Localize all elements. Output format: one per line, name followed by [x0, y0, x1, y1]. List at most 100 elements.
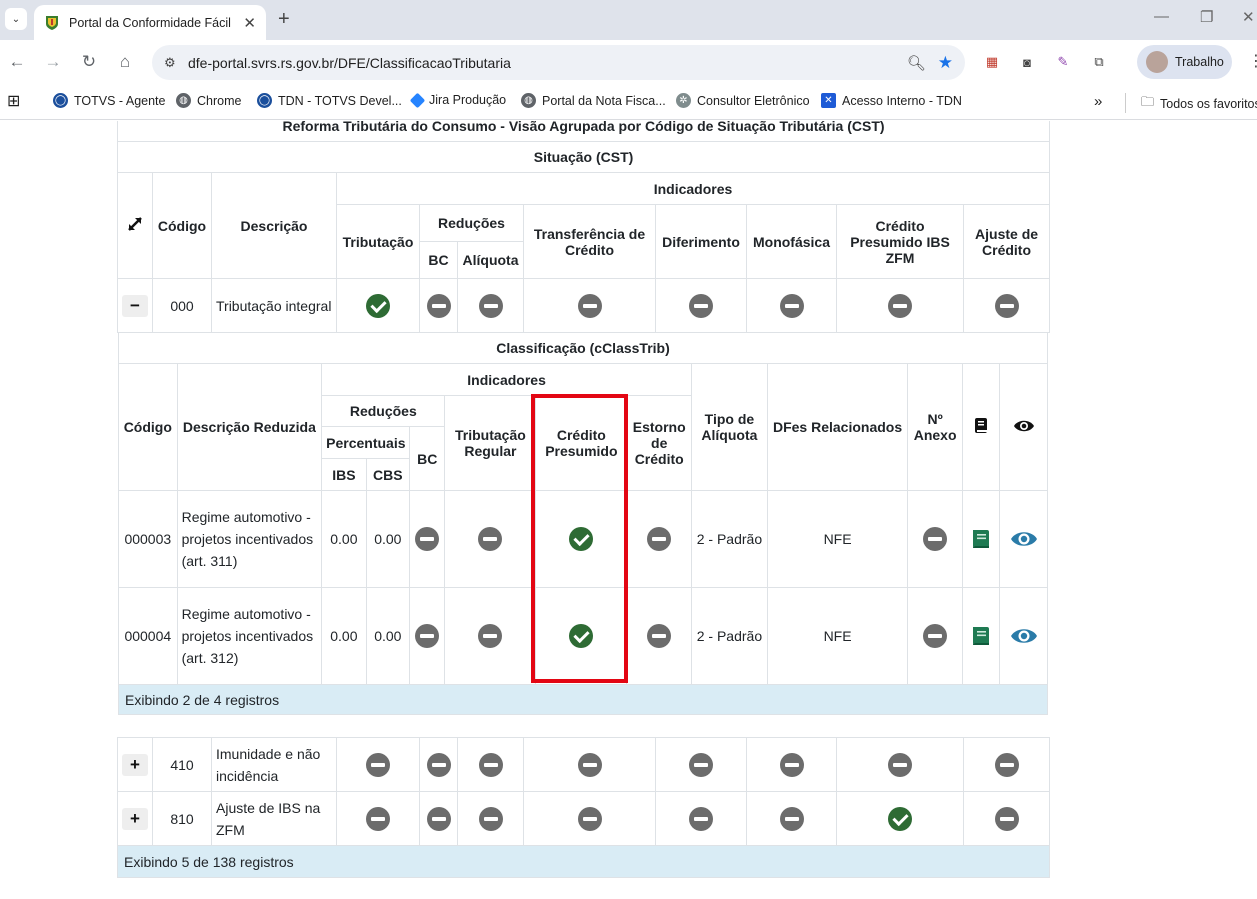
bookmark-totvs-agente[interactable]: ◯ TOTVS - Agente [53, 93, 165, 108]
totvs-icon: ◯ [257, 93, 272, 108]
bookmark-jira[interactable]: Jira Produção [409, 92, 506, 108]
minus-icon [478, 806, 503, 831]
back-icon[interactable]: ← [7, 52, 27, 72]
bookmark-tdn[interactable]: ◯ TDN - TOTVS Devel... [257, 93, 402, 108]
expand-all-button[interactable] [117, 172, 153, 279]
expand-button[interactable]: + [122, 753, 148, 776]
close-window-icon[interactable]: ✕ [1242, 8, 1255, 26]
col-tipo-aliquota: Tipo de Alíquota [691, 363, 768, 491]
col-percentuais: Percentuais [321, 426, 411, 459]
site-info-icon[interactable]: ⚙ [164, 55, 180, 71]
table-row: + 810 Ajuste de IBS na ZFM [117, 791, 1050, 846]
url-text[interactable]: dfe-portal.svrs.rs.gov.br/DFE/Classifica… [188, 55, 907, 71]
minus-icon [923, 624, 948, 648]
minus-icon [426, 806, 451, 831]
reload-icon[interactable]: ↻ [79, 52, 99, 72]
section-title-classificacao: Classificação (cClassTrib) [118, 332, 1048, 364]
classification-code: 000004 [118, 587, 178, 685]
collapse-button[interactable]: − [122, 294, 148, 317]
site-favicon-icon [44, 15, 60, 31]
extension-feather-icon[interactable]: ✎ [1055, 54, 1071, 70]
minus-icon [994, 752, 1019, 777]
bookmark-portal-nota[interactable]: ◍ Portal da Nota Fisca... [521, 93, 666, 108]
eye-icon [1010, 532, 1037, 546]
col-tributacao: Tributação [336, 204, 420, 279]
expand-button-cell[interactable]: + [117, 737, 153, 792]
extension-clipboard-icon[interactable]: ◙ [1019, 54, 1035, 70]
col-reducoes: Reduções [321, 395, 446, 427]
legislation-link[interactable] [961, 587, 1001, 685]
separator [1125, 93, 1126, 113]
page-content: Reforma Tributária do Consumo - Visão Ag… [0, 121, 1257, 899]
browser-menu-icon[interactable]: ⋮ [1248, 51, 1257, 71]
view-details-button[interactable] [999, 587, 1048, 685]
tab-strip: ⌄ Portal da Conformidade Fácil ✕ + — ❐ ✕ [0, 0, 1257, 40]
cst-table-continued: + 410 Imunidade e não incidência + 810 A… [117, 737, 1050, 878]
forward-icon[interactable]: → [43, 52, 63, 72]
table-caption: Reforma Tributária do Consumo - Visão Ag… [116, 121, 1051, 142]
ibs-value: 0.00 [321, 587, 367, 685]
apps-grid-icon[interactable]: ⊞ [7, 91, 20, 111]
extension-calendar-icon[interactable]: ▦ [984, 54, 1000, 70]
totvs-icon: ◯ [53, 93, 68, 108]
home-icon[interactable]: ⌂ [115, 52, 135, 72]
profile-button[interactable]: Trabalho [1137, 45, 1232, 79]
table-row: 000004 Regime automotivo - projetos ince… [118, 587, 1048, 685]
extensions-puzzle-icon[interactable]: ⧉ [1091, 54, 1107, 70]
bookmark-consultor[interactable]: ✲ Consultor Eletrônico [676, 93, 810, 108]
table-row: 000003 Regime automotivo - projetos ince… [118, 490, 1048, 588]
browser-toolbar: ← → ↻ ⌂ ⚙ dfe-portal.svrs.rs.gov.br/DFE/… [0, 40, 1257, 86]
classification-description: Regime automotivo - projetos incentivado… [176, 587, 323, 685]
more-bookmarks-icon[interactable]: » [1094, 93, 1102, 110]
active-tab[interactable]: Portal da Conformidade Fácil ✕ [34, 5, 266, 40]
restore-icon[interactable]: ❐ [1200, 8, 1213, 26]
tipo-aliquota: 2 - Padrão [691, 490, 768, 588]
table-row: − 000 Tributação integral [117, 278, 1051, 333]
bookmark-acesso-tdn[interactable]: ✕ Acesso Interno - TDN [821, 93, 962, 108]
minus-icon [577, 752, 602, 777]
minus-icon [689, 806, 713, 831]
zoom-icon[interactable]: 🔍︎ [907, 54, 926, 72]
new-tab-icon[interactable]: + [278, 8, 290, 30]
avatar [1146, 51, 1168, 73]
col-indicadores: Indicadores [335, 172, 1051, 205]
minus-icon [478, 293, 503, 318]
minus-icon [923, 527, 948, 551]
collapse-button-cell[interactable]: − [117, 278, 153, 333]
expand-button[interactable]: + [122, 807, 148, 830]
classification-table: Classificação (cClassTrib) Código Descri… [118, 332, 1048, 715]
legislation-link[interactable] [961, 490, 1001, 588]
globe-icon: ◍ [521, 93, 536, 108]
all-bookmarks-folder[interactable]: 🗀 Todos os favoritos [1141, 93, 1257, 115]
expand-button-cell[interactable]: + [117, 791, 153, 846]
view-details-button[interactable] [999, 490, 1048, 588]
col-credito-presumido: Crédito Presumido [535, 395, 628, 491]
bookmarks-bar: ⊞ ◯ TOTVS - Agente ◍ Chrome ◯ TDN - TOTVS D… [0, 86, 1257, 120]
bookmark-star-icon[interactable]: ★ [938, 53, 953, 73]
minus-icon [426, 293, 451, 318]
cbs-value: 0.00 [365, 587, 411, 685]
eye-icon [1010, 629, 1037, 643]
cst-code: 810 [152, 791, 212, 846]
col-codigo: Código [152, 172, 212, 279]
book-icon [973, 530, 990, 548]
minus-icon [994, 293, 1019, 318]
minus-icon [779, 293, 804, 318]
dfes-relacionados: NFE [766, 587, 909, 685]
tab-search-icon[interactable]: ⌄ [5, 8, 27, 30]
col-descricao: Descrição [211, 172, 337, 279]
col-tributacao-regular: Tributação Regular [444, 395, 537, 491]
bookmark-chrome[interactable]: ◍ Chrome [176, 93, 241, 108]
minus-icon [779, 806, 804, 831]
check-icon [569, 527, 594, 551]
minus-icon [689, 752, 713, 777]
col-bc: BC [419, 241, 458, 279]
minimize-icon[interactable]: — [1154, 8, 1169, 25]
profile-name: Trabalho [1175, 55, 1224, 69]
close-tab-icon[interactable]: ✕ [243, 14, 256, 32]
check-icon [366, 293, 390, 318]
minus-icon [415, 527, 440, 551]
globe-icon: ◍ [176, 93, 191, 108]
address-bar[interactable]: ⚙ dfe-portal.svrs.rs.gov.br/DFE/Classifi… [152, 45, 965, 80]
minus-icon [647, 624, 672, 648]
